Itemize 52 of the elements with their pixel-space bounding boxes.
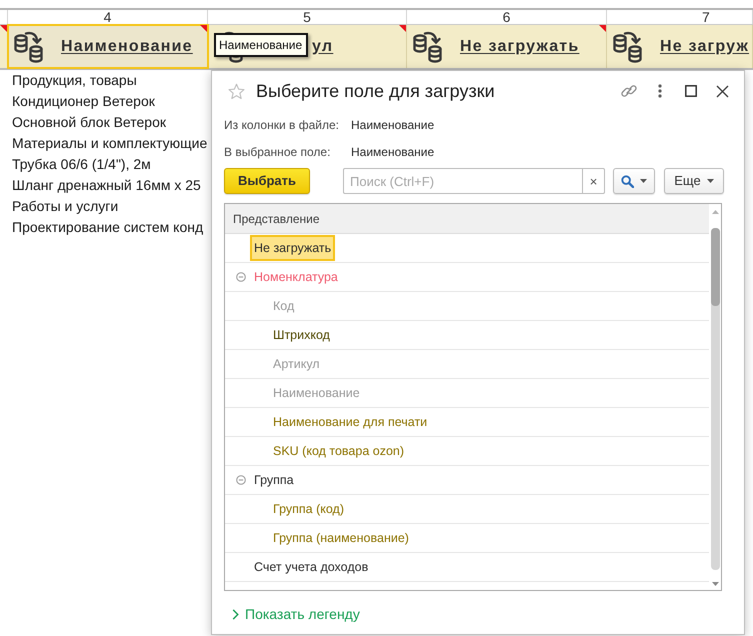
table-cell-text: Основной блок Ветерок <box>12 113 166 132</box>
search-button[interactable] <box>613 168 655 194</box>
tree-item[interactable]: Счет учета доходов <box>252 556 370 578</box>
table-cell-text: Работы и услуги <box>12 197 118 216</box>
tree-item[interactable]: Группа (код) <box>271 498 346 520</box>
caret-icon <box>706 179 714 183</box>
column-header[interactable]: Не загруж <box>607 25 753 68</box>
search-field[interactable]: Поиск (Ctrl+F) <box>343 168 583 194</box>
scroll-up-icon[interactable] <box>712 210 718 214</box>
field-label: Из колонки в файле: <box>224 116 340 134</box>
column-number: 6 <box>502 10 510 24</box>
collapse-icon[interactable] <box>236 272 246 282</box>
column-header[interactable]: Наименование <box>8 25 208 68</box>
table-cell-text: Трубка 06/6 (1/4"), 2м <box>12 155 151 174</box>
scrollbar-thumb[interactable] <box>710 228 720 306</box>
caret-icon <box>640 179 647 183</box>
tree-item[interactable]: Группа (наименование) <box>271 527 411 549</box>
dialog-title: Выберите поле для загрузки <box>256 80 495 102</box>
database-sync-icon <box>612 30 644 64</box>
select-button[interactable]: Выбрать <box>224 168 310 194</box>
close-icon[interactable] <box>716 84 729 98</box>
table-cell-text: Шланг дренажный 16мм х 25 <box>12 176 201 195</box>
tree-item[interactable]: Не загружать <box>252 237 334 259</box>
field-value: Наименование <box>351 116 434 134</box>
database-sync-icon <box>13 30 45 64</box>
clear-button[interactable]: × <box>583 168 605 194</box>
search-icon <box>621 174 634 188</box>
tree-item[interactable]: Наименование для печати <box>271 411 430 433</box>
table-cell-text: Кондиционер Ветерок <box>12 92 155 111</box>
column-header[interactable]: Не загружать <box>407 25 607 68</box>
table-cell-text: Проектирование систем конд <box>12 218 204 237</box>
tree-item[interactable]: Группа <box>252 469 296 491</box>
link-icon[interactable] <box>621 83 637 99</box>
column-number: 4 <box>104 10 112 24</box>
star-icon[interactable] <box>228 82 245 100</box>
tree-item[interactable]: Штрихкод <box>271 324 332 346</box>
table-cell-text: Материалы и комплектующие <box>12 134 208 153</box>
collapse-icon[interactable] <box>236 475 246 485</box>
tooltip: Наименование <box>214 33 308 57</box>
more-button[interactable]: Еще <box>664 168 724 194</box>
more-options-icon[interactable] <box>658 84 662 98</box>
chevron-icon <box>232 608 239 620</box>
column-number: 7 <box>702 10 710 24</box>
table-header: Представление <box>225 204 709 234</box>
field-value: Наименование <box>351 144 434 160</box>
field-label: В выбранное поле: <box>224 144 332 160</box>
table-cell-text: Продукция, товары <box>12 71 137 90</box>
column-number: 5 <box>303 10 311 24</box>
tree-item[interactable]: SKU (код товара ozon) <box>271 440 406 462</box>
database-sync-icon <box>412 30 444 64</box>
maximize-icon[interactable] <box>685 85 697 97</box>
scroll-down-icon[interactable] <box>712 582 718 586</box>
